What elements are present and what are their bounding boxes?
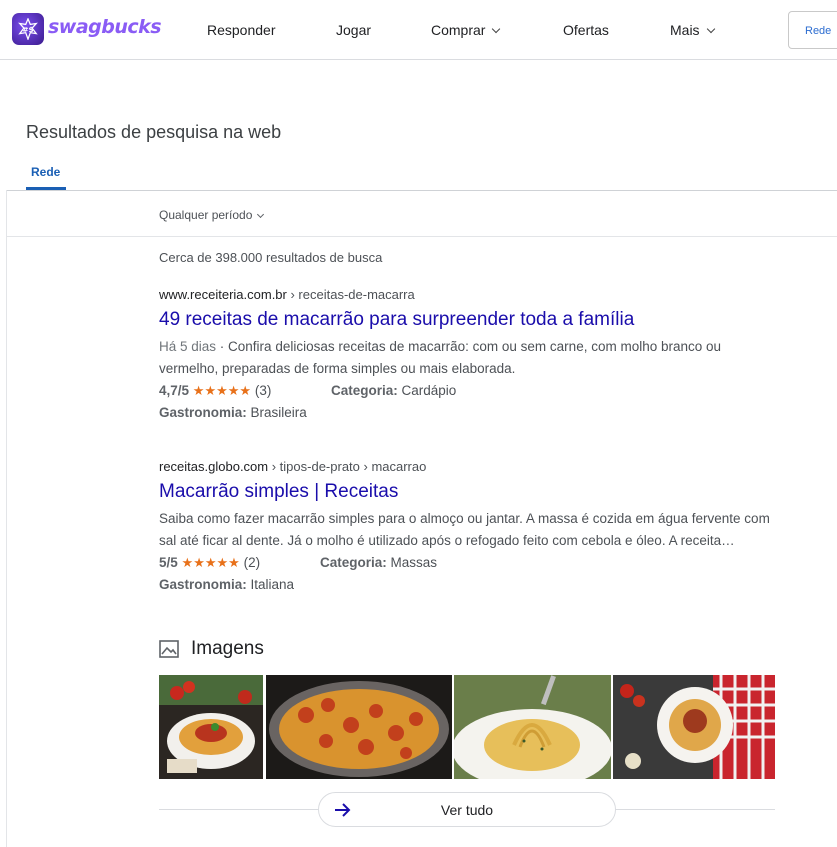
nav-item-comprar[interactable]: Comprar — [431, 22, 501, 38]
result-category: Categoria: Cardápio — [331, 380, 456, 402]
time-filter-dropdown[interactable]: Qualquer período — [159, 208, 265, 222]
spaghetti-bolognese-image — [613, 675, 775, 779]
star-rating-icon: ★★★★★ — [192, 383, 252, 398]
result-review-count: (2) — [243, 555, 261, 570]
result-title-link[interactable]: Macarrão simples | Receitas — [159, 481, 779, 503]
chevron-down-icon — [257, 210, 265, 219]
image-thumbnail[interactable] — [454, 675, 611, 779]
result-category: Categoria: Massas — [320, 552, 437, 574]
spaghetti-fork-image — [454, 675, 611, 779]
svg-text:#$: #$ — [22, 25, 33, 34]
result-category-value: Cardápio — [401, 383, 457, 398]
result-domain: receitas.globo.com — [159, 459, 269, 474]
search-result: www.receiteria.com.br › receitas-de-maca… — [159, 287, 779, 424]
images-section-heading: Imagens — [159, 638, 264, 660]
swagbucks-logo-icon[interactable]: #$ — [12, 13, 44, 45]
results-count: Cerca de 398.000 resultados de busca — [159, 250, 383, 265]
result-path: › receitas-de-macarra — [286, 287, 415, 302]
time-filter-label: Qualquer período — [159, 208, 253, 222]
star-rating-icon: ★★★★★ — [181, 555, 240, 570]
top-navigation-bar: #$ swagbucks Responder Jogar Comprar Ofe… — [0, 0, 837, 60]
nav-item-ofertas[interactable]: Ofertas — [563, 22, 609, 38]
nav-item-jogar[interactable]: Jogar — [336, 22, 371, 38]
result-snippet: Há 5 dias · Confira deliciosas receitas … — [159, 336, 779, 380]
nav-item-responder[interactable]: Responder — [207, 22, 276, 38]
result-category-label: Categoria: — [320, 555, 387, 570]
result-rating-row: 4,7/5 ★★★★★ (3) Categoria: Cardápio — [159, 380, 779, 402]
result-cuisine-row: Gastronomia: Brasileira — [159, 402, 779, 424]
result-cuisine-value: Brasileira — [250, 405, 307, 420]
chevron-down-icon — [492, 24, 501, 34]
tab-rede[interactable]: Rede — [31, 165, 60, 179]
result-cuisine-value: Italiana — [250, 577, 295, 592]
tab-divider — [6, 190, 837, 191]
images-heading-label: Imagens — [191, 638, 264, 659]
sausage-pasta-dish-image — [266, 675, 452, 779]
nav-item-mais[interactable]: Mais — [670, 22, 715, 38]
page-title: Resultados de pesquisa na web — [26, 122, 282, 142]
result-category-value: Massas — [390, 555, 438, 570]
logo-badge-icon: #$ — [18, 18, 38, 40]
result-domain: www.receiteria.com.br — [159, 287, 287, 302]
image-thumbnail[interactable] — [159, 675, 263, 779]
result-url[interactable]: www.receiteria.com.br › receitas-de-maca… — [159, 287, 779, 302]
result-cuisine-label: Gastronomia: — [159, 405, 247, 420]
rede-button[interactable]: Rede — [788, 11, 837, 49]
result-review-count: (3) — [254, 383, 272, 398]
search-result: receitas.globo.com › tipos-de-prato › ma… — [159, 459, 779, 596]
image-thumbnail[interactable] — [266, 675, 452, 779]
chevron-down-icon — [706, 24, 715, 34]
result-date: Há 5 dias — [159, 339, 217, 354]
image-icon — [159, 640, 179, 658]
result-path: › tipos-de-prato › macarrao — [268, 459, 427, 474]
see-all-images-button[interactable]: Ver tudo — [318, 792, 616, 827]
nav-item-mais-label: Mais — [670, 22, 700, 38]
result-cuisine-label: Gastronomia: — [159, 577, 247, 592]
filter-divider — [6, 236, 837, 237]
result-title-link[interactable]: 49 receitas de macarrão para surpreender… — [159, 309, 779, 331]
nav-item-comprar-label: Comprar — [431, 22, 486, 38]
see-all-label: Ver tudo — [440, 802, 494, 818]
result-rating: 4,7/5 — [159, 383, 190, 398]
result-rating-row: 5/5 ★★★★★ (2) Categoria: Massas — [159, 552, 779, 574]
result-category-label: Categoria: — [331, 383, 398, 398]
result-cuisine-row: Gastronomia: Italiana — [159, 574, 779, 596]
swagbucks-logo-wordmark[interactable]: swagbucks — [48, 16, 162, 38]
content-left-border — [6, 190, 7, 847]
result-url[interactable]: receitas.globo.com › tipos-de-prato › ma… — [159, 459, 779, 474]
result-snippet-text: · Confira deliciosas receitas de macarrã… — [159, 339, 722, 376]
image-thumbnail[interactable] — [613, 675, 775, 779]
spaghetti-plate-image — [159, 675, 263, 779]
result-rating: 5/5 — [159, 555, 178, 570]
result-snippet: Saiba como fazer macarrão simples para o… — [159, 511, 770, 548]
